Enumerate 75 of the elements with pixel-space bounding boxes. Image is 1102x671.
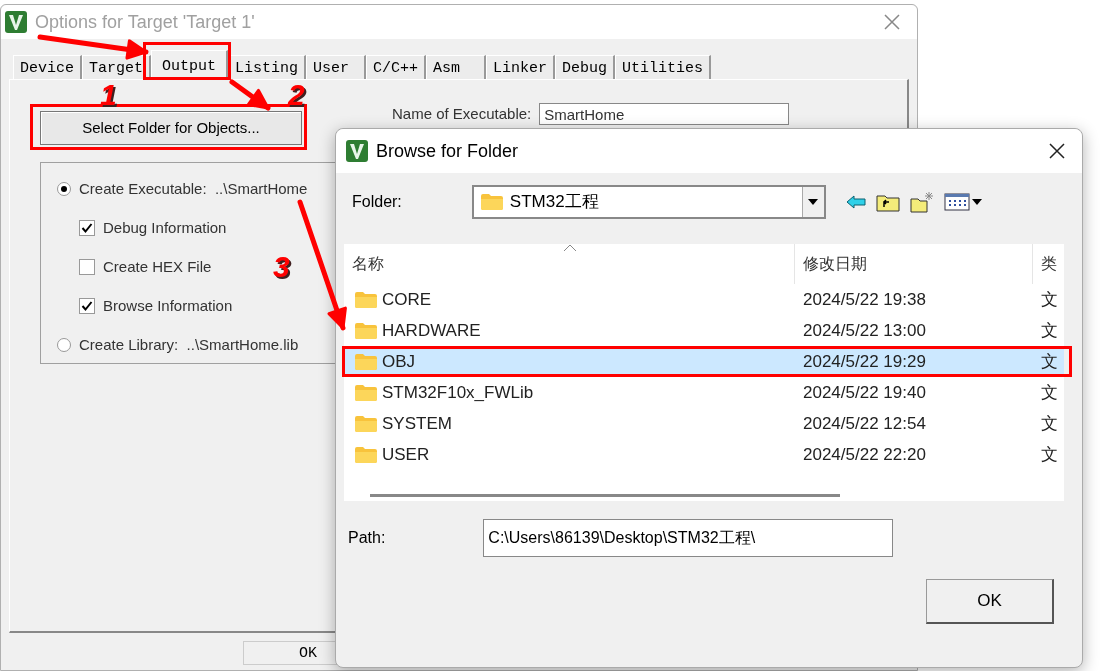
folder-icon [354, 290, 378, 309]
checkbox-label: Create HEX File [103, 256, 212, 277]
app-logo-icon [346, 140, 368, 162]
folder-label: Folder: [352, 192, 402, 212]
checkbox[interactable] [79, 220, 95, 236]
app-logo-icon [5, 11, 27, 33]
checkbox-label: Browse Information [103, 295, 233, 316]
step-number: 1 [100, 80, 117, 110]
checkbox[interactable] [79, 259, 95, 275]
modified-date: 2024/5/22 12:54 [802, 415, 927, 432]
folder-name: OBJ [382, 353, 416, 370]
type-cell-text: 文 [1040, 446, 1059, 463]
folder-icon [354, 352, 378, 371]
folder-icon [479, 193, 504, 211]
sort-caret-icon [563, 244, 577, 252]
tab[interactable]: Output [151, 50, 229, 80]
modified-date: 2024/5/22 19:40 [802, 384, 927, 401]
tab[interactable]: Device [13, 55, 82, 79]
scrollbar[interactable] [370, 494, 840, 497]
radio-label: Create Library: ..\SmartHome.lib [79, 334, 299, 355]
modified-date: 2024/5/22 19:29 [802, 353, 927, 370]
type-cell-text: 文 [1040, 353, 1059, 370]
folder-row[interactable]: HARDWARE 2024/5/22 13:00 文 [344, 315, 1064, 346]
new-folder-icon[interactable] [909, 191, 934, 213]
folder-row[interactable]: STM32F10x_FWLib 2024/5/22 19:40 文 [344, 377, 1064, 408]
folder-row[interactable]: USER 2024/5/22 22:20 文 [344, 439, 1064, 470]
path-label: Path: [348, 528, 386, 548]
close-icon[interactable] [1048, 142, 1066, 160]
back-arrow-icon[interactable] [845, 195, 866, 209]
path-field[interactable]: C:\Users\86139\Desktop\STM32工程\ [483, 519, 894, 557]
up-folder-icon[interactable] [875, 192, 900, 212]
folder-row[interactable]: SYSTEM 2024/5/22 12:54 文 [344, 408, 1064, 439]
type-cell-text: 文 [1040, 291, 1059, 308]
folder-name: USER [382, 446, 430, 463]
radio-label: Create Executable: ..\SmartHome [79, 178, 308, 199]
checkbox[interactable] [79, 298, 95, 314]
executable-name-field[interactable]: SmartHome [539, 103, 790, 126]
tab[interactable]: Target [82, 55, 152, 79]
step-number: 3 [273, 252, 290, 282]
folder-row[interactable]: CORE 2024/5/22 19:38 文 [344, 284, 1064, 315]
tab[interactable]: Asm [426, 55, 487, 79]
window-title: Options for Target 'Target 1' [35, 10, 255, 34]
caret-icon [808, 199, 819, 205]
tab[interactable]: User [306, 55, 367, 79]
folder-icon [354, 445, 378, 464]
folder-name: CORE [382, 291, 432, 308]
modified-date: 2024/5/22 22:20 [802, 446, 927, 463]
checkbox-label: Debug Information [103, 217, 227, 238]
modified-date: 2024/5/22 13:00 [802, 322, 927, 339]
radio-button[interactable] [57, 182, 71, 196]
radio-button[interactable] [57, 338, 71, 352]
column-header[interactable]: 类 [1033, 244, 1064, 284]
folder-icon [354, 414, 378, 433]
folder-name: HARDWARE [382, 322, 481, 339]
tab[interactable]: Listing [228, 55, 307, 79]
folder-icon [354, 321, 378, 340]
tab[interactable]: C/C++ [366, 55, 427, 79]
ok-button[interactable]: OK [926, 579, 1054, 624]
select-folder-button[interactable]: Select Folder for Objects... [40, 111, 302, 145]
tab[interactable]: Linker [486, 55, 556, 79]
dialog-title: Browse for Folder [376, 139, 519, 163]
folder-dropdown[interactable]: STM32工程 [471, 185, 826, 219]
type-cell-text: 文 [1040, 322, 1059, 339]
column-header[interactable]: 名称 [344, 244, 795, 284]
type-cell-text: 文 [1040, 415, 1059, 432]
tab[interactable]: Debug [555, 55, 616, 79]
field-label: Name of Executable: [392, 104, 532, 124]
folder-icon [354, 383, 378, 402]
modified-date: 2024/5/22 19:38 [802, 291, 927, 308]
folder-name: SYSTEM [382, 415, 452, 432]
column-header[interactable]: 修改日期 [795, 244, 1033, 284]
tab[interactable]: Utilities [615, 55, 712, 79]
step-number: 2 [288, 80, 305, 110]
folder-name: STM32F10x_FWLib [382, 384, 534, 401]
type-cell-text: 文 [1040, 384, 1059, 401]
